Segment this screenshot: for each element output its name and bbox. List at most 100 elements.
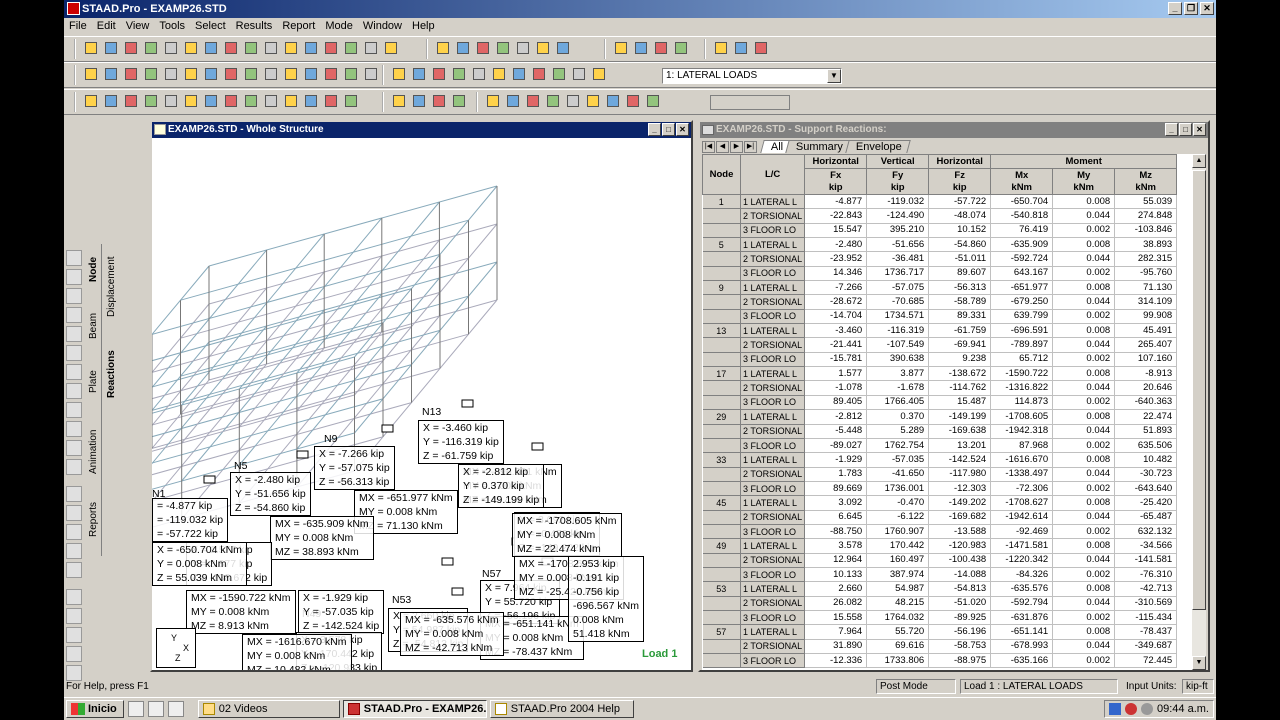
select-tool-icon[interactable] xyxy=(302,65,319,82)
table-row[interactable]: 3 FLOOR LO -12.336 1733.806 -88.975 -635.166… xyxy=(702,653,1178,669)
query-tool-icon[interactable] xyxy=(390,92,407,109)
tab-reports[interactable]: Reports xyxy=(88,494,99,544)
table-row[interactable]: 2 TORSIONAL -23.952 -36.481 -51.011 -592.724… xyxy=(702,251,1178,267)
minimize-button[interactable]: _ xyxy=(648,123,661,136)
cursor-tool-icon[interactable] xyxy=(66,307,82,323)
restore-button[interactable]: ❐ xyxy=(1184,2,1198,15)
cursor-tool-icon[interactable] xyxy=(66,440,82,456)
tab-reactions[interactable]: Reactions xyxy=(106,344,117,404)
results-tool-icon[interactable] xyxy=(524,92,541,109)
cursor-tool-icon[interactable] xyxy=(66,608,82,624)
select-tool-icon[interactable] xyxy=(202,65,219,82)
menu-mode[interactable]: Mode xyxy=(320,18,358,34)
cursor-tool-icon[interactable] xyxy=(66,402,82,418)
maximize-button[interactable]: □ xyxy=(662,123,675,136)
geometry-tool-icon[interactable] xyxy=(202,92,219,109)
query-tool-icon[interactable] xyxy=(430,92,447,109)
maximize-button[interactable]: □ xyxy=(1179,123,1192,136)
print-tool-icon[interactable] xyxy=(434,39,451,56)
geometry-tool-icon[interactable] xyxy=(242,92,259,109)
results-tool-icon[interactable] xyxy=(484,92,501,109)
file-tool-icon[interactable] xyxy=(242,39,259,56)
table-row[interactable]: 91 LATERAL L -7.266 -57.075 -56.313 -651.977… xyxy=(702,280,1178,296)
select-tool-icon[interactable] xyxy=(182,65,199,82)
table-row[interactable]: 11 LATERAL L -4.877 -119.032 -57.722 -650.70… xyxy=(702,194,1178,210)
table-row[interactable]: 53 1 LATERAL L 2.660 54.987 -54.813 -635.576 0… xyxy=(702,581,1178,597)
select-tool-icon[interactable] xyxy=(122,65,139,82)
scroll-up-icon[interactable]: ▲ xyxy=(1192,154,1206,168)
table-row[interactable]: 2 TORSIONAL -28.672 -70.685 -58.789 -679.250… xyxy=(702,294,1178,310)
results-tool-icon[interactable] xyxy=(624,92,641,109)
cursor-tool-icon[interactable] xyxy=(66,345,82,361)
tab-beam[interactable]: Beam xyxy=(88,306,99,346)
results-tool-icon[interactable] xyxy=(644,92,661,109)
scroll-thumb[interactable] xyxy=(1192,170,1206,610)
query-tool-icon[interactable] xyxy=(450,92,467,109)
desktop-icon[interactable] xyxy=(167,701,184,717)
menu-help[interactable]: Help xyxy=(407,18,440,34)
select-tool-icon[interactable] xyxy=(102,65,119,82)
menu-file[interactable]: File xyxy=(64,18,92,34)
table-row[interactable]: 33 1 LATERAL L -1.929 -57.035 -142.524 -1616.… xyxy=(702,452,1178,468)
menu-results[interactable]: Results xyxy=(231,18,278,34)
structure-canvas[interactable]: N13N9N5N1N57N53N49X = -3.460 kipY = -116… xyxy=(152,138,691,670)
select-tool-icon[interactable] xyxy=(262,65,279,82)
file-tool-icon[interactable] xyxy=(322,39,339,56)
tab-summary[interactable]: Summary xyxy=(785,140,853,153)
file-tool-icon[interactable] xyxy=(122,39,139,56)
geometry-tool-icon[interactable] xyxy=(302,92,319,109)
first-tab-icon[interactable]: |◀ xyxy=(702,141,715,153)
table-row[interactable]: 2 TORSIONAL 12.964 160.497 -100.438 -1220.34… xyxy=(702,553,1178,568)
results-tool-icon[interactable] xyxy=(544,92,561,109)
menu-view[interactable]: View xyxy=(121,18,155,34)
cursor-tool-icon[interactable] xyxy=(66,459,82,475)
select-tool-icon[interactable] xyxy=(82,65,99,82)
volume-icon[interactable] xyxy=(1141,703,1154,715)
print-tool-icon[interactable] xyxy=(494,39,511,56)
print-tool-icon[interactable] xyxy=(474,39,491,56)
close-button[interactable]: ✕ xyxy=(676,123,689,136)
cursor-tool-icon[interactable] xyxy=(66,646,82,662)
structure-view-window[interactable]: EXAMP26.STD - Whole Structure _ □ ✕ N13 N… xyxy=(150,120,693,672)
geometry-tool-icon[interactable] xyxy=(322,92,339,109)
file-tool-icon[interactable] xyxy=(202,39,219,56)
taskbar-item-staad[interactable]: STAAD.Pro - EXAMP26... xyxy=(342,700,487,718)
tab-plate[interactable]: Plate xyxy=(88,362,99,402)
table-row[interactable]: 29 1 LATERAL L -2.812 0.370 -149.199 -1708.60… xyxy=(702,409,1178,425)
support-reactions-window[interactable]: EXAMP26.STD - Support Reactions: _ □ ✕ |… xyxy=(698,120,1210,672)
table-row[interactable]: 3 FLOOR LO -15.781 390.638 9.238 65.712 0.002… xyxy=(702,352,1178,368)
print-tool-icon[interactable] xyxy=(514,39,531,56)
print-tool-icon[interactable] xyxy=(534,39,551,56)
file-tool-icon[interactable] xyxy=(342,39,359,56)
close-button[interactable]: ✕ xyxy=(1193,123,1206,136)
chevron-down-icon[interactable]: ▼ xyxy=(827,69,841,83)
table-row[interactable]: 2 TORSIONAL -1.078 -1.678 -114.762 -1316.822… xyxy=(702,380,1178,396)
results-tool-icon[interactable] xyxy=(584,92,601,109)
geometry-tool-icon[interactable] xyxy=(122,92,139,109)
cursor-tool-icon[interactable] xyxy=(66,250,82,266)
geometry-tool-icon[interactable] xyxy=(102,92,119,109)
file-tool-icon[interactable] xyxy=(362,39,379,56)
cursor-tool-icon[interactable] xyxy=(66,543,82,559)
table-row[interactable]: 51 LATERAL L -2.480 -51.656 -54.860 -635.909… xyxy=(702,237,1178,253)
table-row[interactable]: 3 FLOOR LO 89.405 1766.405 15.487 114.873 0.0… xyxy=(702,395,1178,411)
cursor-tool-icon[interactable] xyxy=(66,288,82,304)
menu-report[interactable]: Report xyxy=(277,18,320,34)
select-tool-icon[interactable] xyxy=(342,65,359,82)
table-scrollbar[interactable]: ▲ ▼ xyxy=(1192,154,1206,670)
select-tool-icon[interactable] xyxy=(282,65,299,82)
table-row[interactable]: 2 TORSIONAL 31.890 69.616 -58.753 -678.993 0.… xyxy=(702,639,1178,655)
view-tool-icon[interactable] xyxy=(612,39,629,56)
results-tool-icon[interactable] xyxy=(604,92,621,109)
menu-window[interactable]: Window xyxy=(358,18,407,34)
antivirus-icon[interactable] xyxy=(1125,703,1138,715)
table-row[interactable]: 17 1 LATERAL L 1.577 3.877 -138.672 -1590.722… xyxy=(702,366,1178,382)
table-row[interactable]: 45 1 LATERAL L 3.092 -0.470 -149.202 -1708.62… xyxy=(702,495,1178,511)
file-tool-icon[interactable] xyxy=(142,39,159,56)
geometry-tool-icon[interactable] xyxy=(162,92,179,109)
geometry-tool-icon[interactable] xyxy=(222,92,239,109)
table-row[interactable]: 2 TORSIONAL 6.645 -6.122 -169.682 -1942.614 0… xyxy=(702,510,1178,525)
table-row[interactable]: 3 FLOOR LO 15.558 1764.032 -89.925 -631.876 0… xyxy=(702,610,1178,626)
select-tool-icon[interactable] xyxy=(242,65,259,82)
menu-select[interactable]: Select xyxy=(190,18,231,34)
